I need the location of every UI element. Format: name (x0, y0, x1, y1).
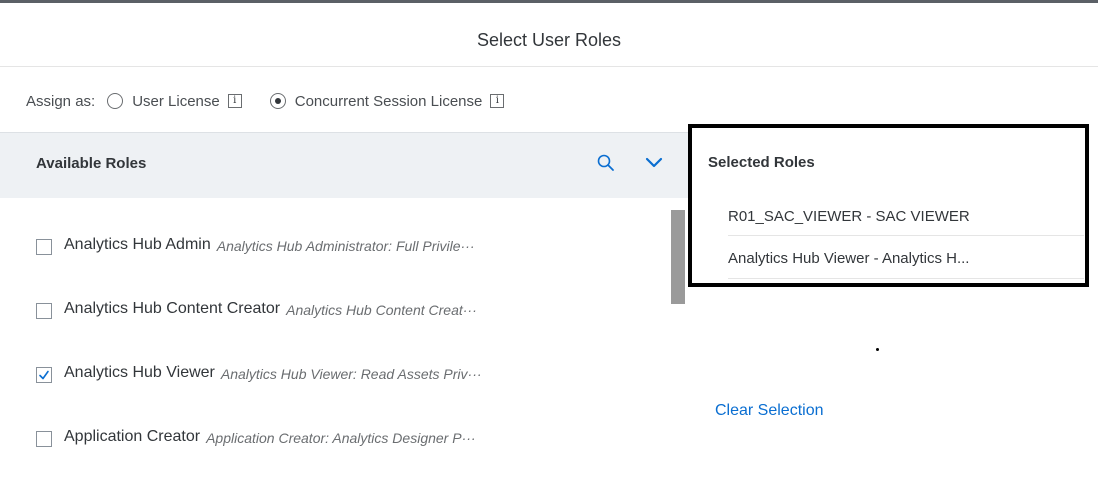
role-description: Application Creator: Analytics Designer … (206, 430, 476, 446)
role-name: Analytics Hub Content Creator (64, 300, 281, 317)
role-checkbox[interactable] (36, 303, 52, 319)
scrollbar-thumb[interactable] (671, 210, 685, 304)
list-item[interactable]: Analytics Hub Admin Analytics Hub Admini… (36, 236, 656, 300)
role-checkbox-checked[interactable] (36, 367, 52, 383)
top-border (0, 0, 1098, 10)
available-roles-list: Analytics Hub Admin Analytics Hub Admini… (36, 236, 656, 492)
info-icon[interactable]: i (227, 94, 242, 108)
role-checkbox[interactable] (36, 239, 52, 255)
chevron-down-icon[interactable] (644, 155, 664, 171)
list-item[interactable]: Application Creator Application Creator:… (36, 428, 656, 492)
user-license-label[interactable]: User License (132, 93, 220, 110)
selected-role-item[interactable]: R01_SAC_VIEWER - SAC VIEWER (728, 208, 970, 225)
user-license-radio[interactable] (107, 93, 124, 109)
divider (728, 235, 1084, 236)
stray-dot (876, 348, 879, 351)
role-name: Application Creator (64, 428, 201, 445)
role-description: Analytics Hub Viewer: Read Assets Priv··… (220, 366, 482, 382)
radio-selected-dot (274, 98, 281, 104)
assign-label: Assign as: (26, 92, 96, 110)
title-divider (0, 66, 1098, 67)
available-roles-header: Available Roles (0, 132, 688, 198)
role-description: Analytics Hub Administrator: Full Privil… (216, 238, 475, 254)
role-checkbox[interactable] (36, 431, 52, 447)
selected-role-item[interactable]: Analytics Hub Viewer - Analytics H... (728, 250, 969, 267)
checkmark-icon (39, 370, 49, 380)
selected-roles-title: Selected Roles (708, 154, 815, 171)
role-name: Analytics Hub Admin (64, 236, 211, 253)
selected-roles-panel: Selected Roles R01_SAC_VIEWER - SAC VIEW… (688, 124, 1089, 287)
role-name: Analytics Hub Viewer (64, 364, 215, 381)
dialog-title: Select User Roles (476, 30, 622, 50)
list-item[interactable]: Analytics Hub Content Creator Analytics … (36, 300, 656, 364)
available-roles-title: Available Roles (36, 155, 147, 172)
list-item[interactable]: Analytics Hub Viewer Analytics Hub Viewe… (36, 364, 656, 428)
search-icon[interactable] (596, 153, 616, 173)
role-description: Analytics Hub Content Creat··· (286, 302, 477, 318)
info-icon[interactable]: i (490, 94, 505, 108)
clear-selection-link[interactable]: Clear Selection (715, 402, 824, 420)
assign-row: Assign as: User License i Concurrent Ses… (26, 86, 532, 116)
concurrent-session-radio[interactable] (269, 93, 286, 109)
divider (728, 278, 1084, 279)
concurrent-session-label[interactable]: Concurrent Session License (295, 93, 483, 110)
